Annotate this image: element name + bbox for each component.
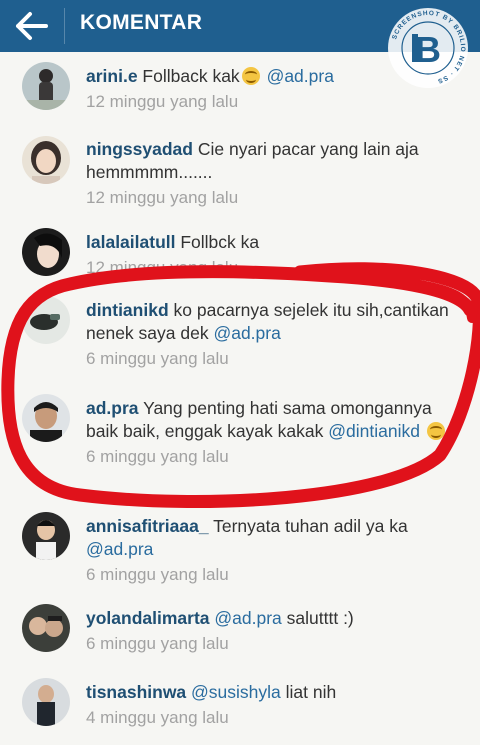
avatar-photo (22, 512, 70, 560)
comment-time: 6 minggu yang lalu (86, 349, 229, 368)
avatar-photo (22, 296, 70, 344)
avatar[interactable] (22, 678, 70, 726)
avatar[interactable] (22, 512, 70, 560)
mention-link[interactable]: @dintianikd (328, 421, 420, 441)
avatar[interactable] (22, 62, 70, 110)
avatar-photo (22, 678, 70, 726)
mention-link[interactable]: @ad.pra (214, 608, 281, 628)
arrow-left-icon (16, 12, 48, 40)
comment-username[interactable]: ningssyadad (86, 139, 193, 159)
comment-text: ad.pra Yang penting hati sama omongannya… (86, 397, 466, 468)
comment-time: 6 minggu yang lalu (86, 447, 229, 466)
comment-time: 12 minggu yang lalu (86, 92, 239, 111)
comment-text: ningssyadad Cie nyari pacar yang lain aj… (86, 138, 466, 209)
comment-username[interactable]: lalalailatull (86, 232, 175, 252)
avatar-photo (22, 604, 70, 652)
avatar-photo (22, 136, 70, 184)
comment-text: tisnashinwa @susishyla liat nih 4 minggu… (86, 681, 466, 729)
mention-link[interactable]: @susishyla (191, 682, 281, 702)
smile-emoji-icon (426, 422, 445, 440)
brilio-watermark-logo: SCREENSHOT BY BRILIO NET · SS B (388, 8, 468, 88)
comment-time: 12 minggu yang lalu (86, 258, 239, 277)
avatar-photo (22, 62, 70, 110)
header-divider (64, 8, 65, 44)
comment-username[interactable]: tisnashinwa (86, 682, 186, 702)
comment-username[interactable]: dintianikd (86, 300, 169, 320)
comment-time: 12 minggu yang lalu (86, 188, 239, 207)
comment-list: arini.e Follback kak @ad.pra 12 minggu y… (0, 52, 480, 745)
comment-username[interactable]: arini.e (86, 66, 138, 86)
comment-text: annisafitriaaa_ Ternyata tuhan adil ya k… (86, 515, 466, 586)
avatar[interactable] (22, 394, 70, 442)
avatar[interactable] (22, 228, 70, 276)
avatar-photo (22, 394, 70, 442)
comment-time: 4 minggu yang lalu (86, 708, 229, 727)
comment-username[interactable]: yolandalimarta (86, 608, 210, 628)
back-button[interactable] (14, 10, 50, 42)
mention-link[interactable]: @ad.pra (86, 539, 153, 559)
comment-username[interactable]: annisafitriaaa_ (86, 516, 209, 536)
smile-emoji-icon (241, 67, 260, 85)
avatar[interactable] (22, 296, 70, 344)
mention-link[interactable]: @ad.pra (213, 323, 280, 343)
comment-text: lalalailatull Follbck ka 12 minggu yang … (86, 231, 466, 279)
comment-username[interactable]: ad.pra (86, 398, 139, 418)
comment-text: yolandalimarta @ad.pra salutttt :) 6 min… (86, 607, 466, 655)
avatar-photo (22, 228, 70, 276)
comment-time: 6 minggu yang lalu (86, 634, 229, 653)
mention-link[interactable]: @ad.pra (267, 66, 334, 86)
avatar[interactable] (22, 604, 70, 652)
svg-text:B: B (415, 29, 441, 70)
comment-time: 6 minggu yang lalu (86, 565, 229, 584)
comment-text: dintianikd ko pacarnya sejelek itu sih,c… (86, 299, 466, 370)
avatar[interactable] (22, 136, 70, 184)
page-title: KOMENTAR (80, 11, 203, 34)
